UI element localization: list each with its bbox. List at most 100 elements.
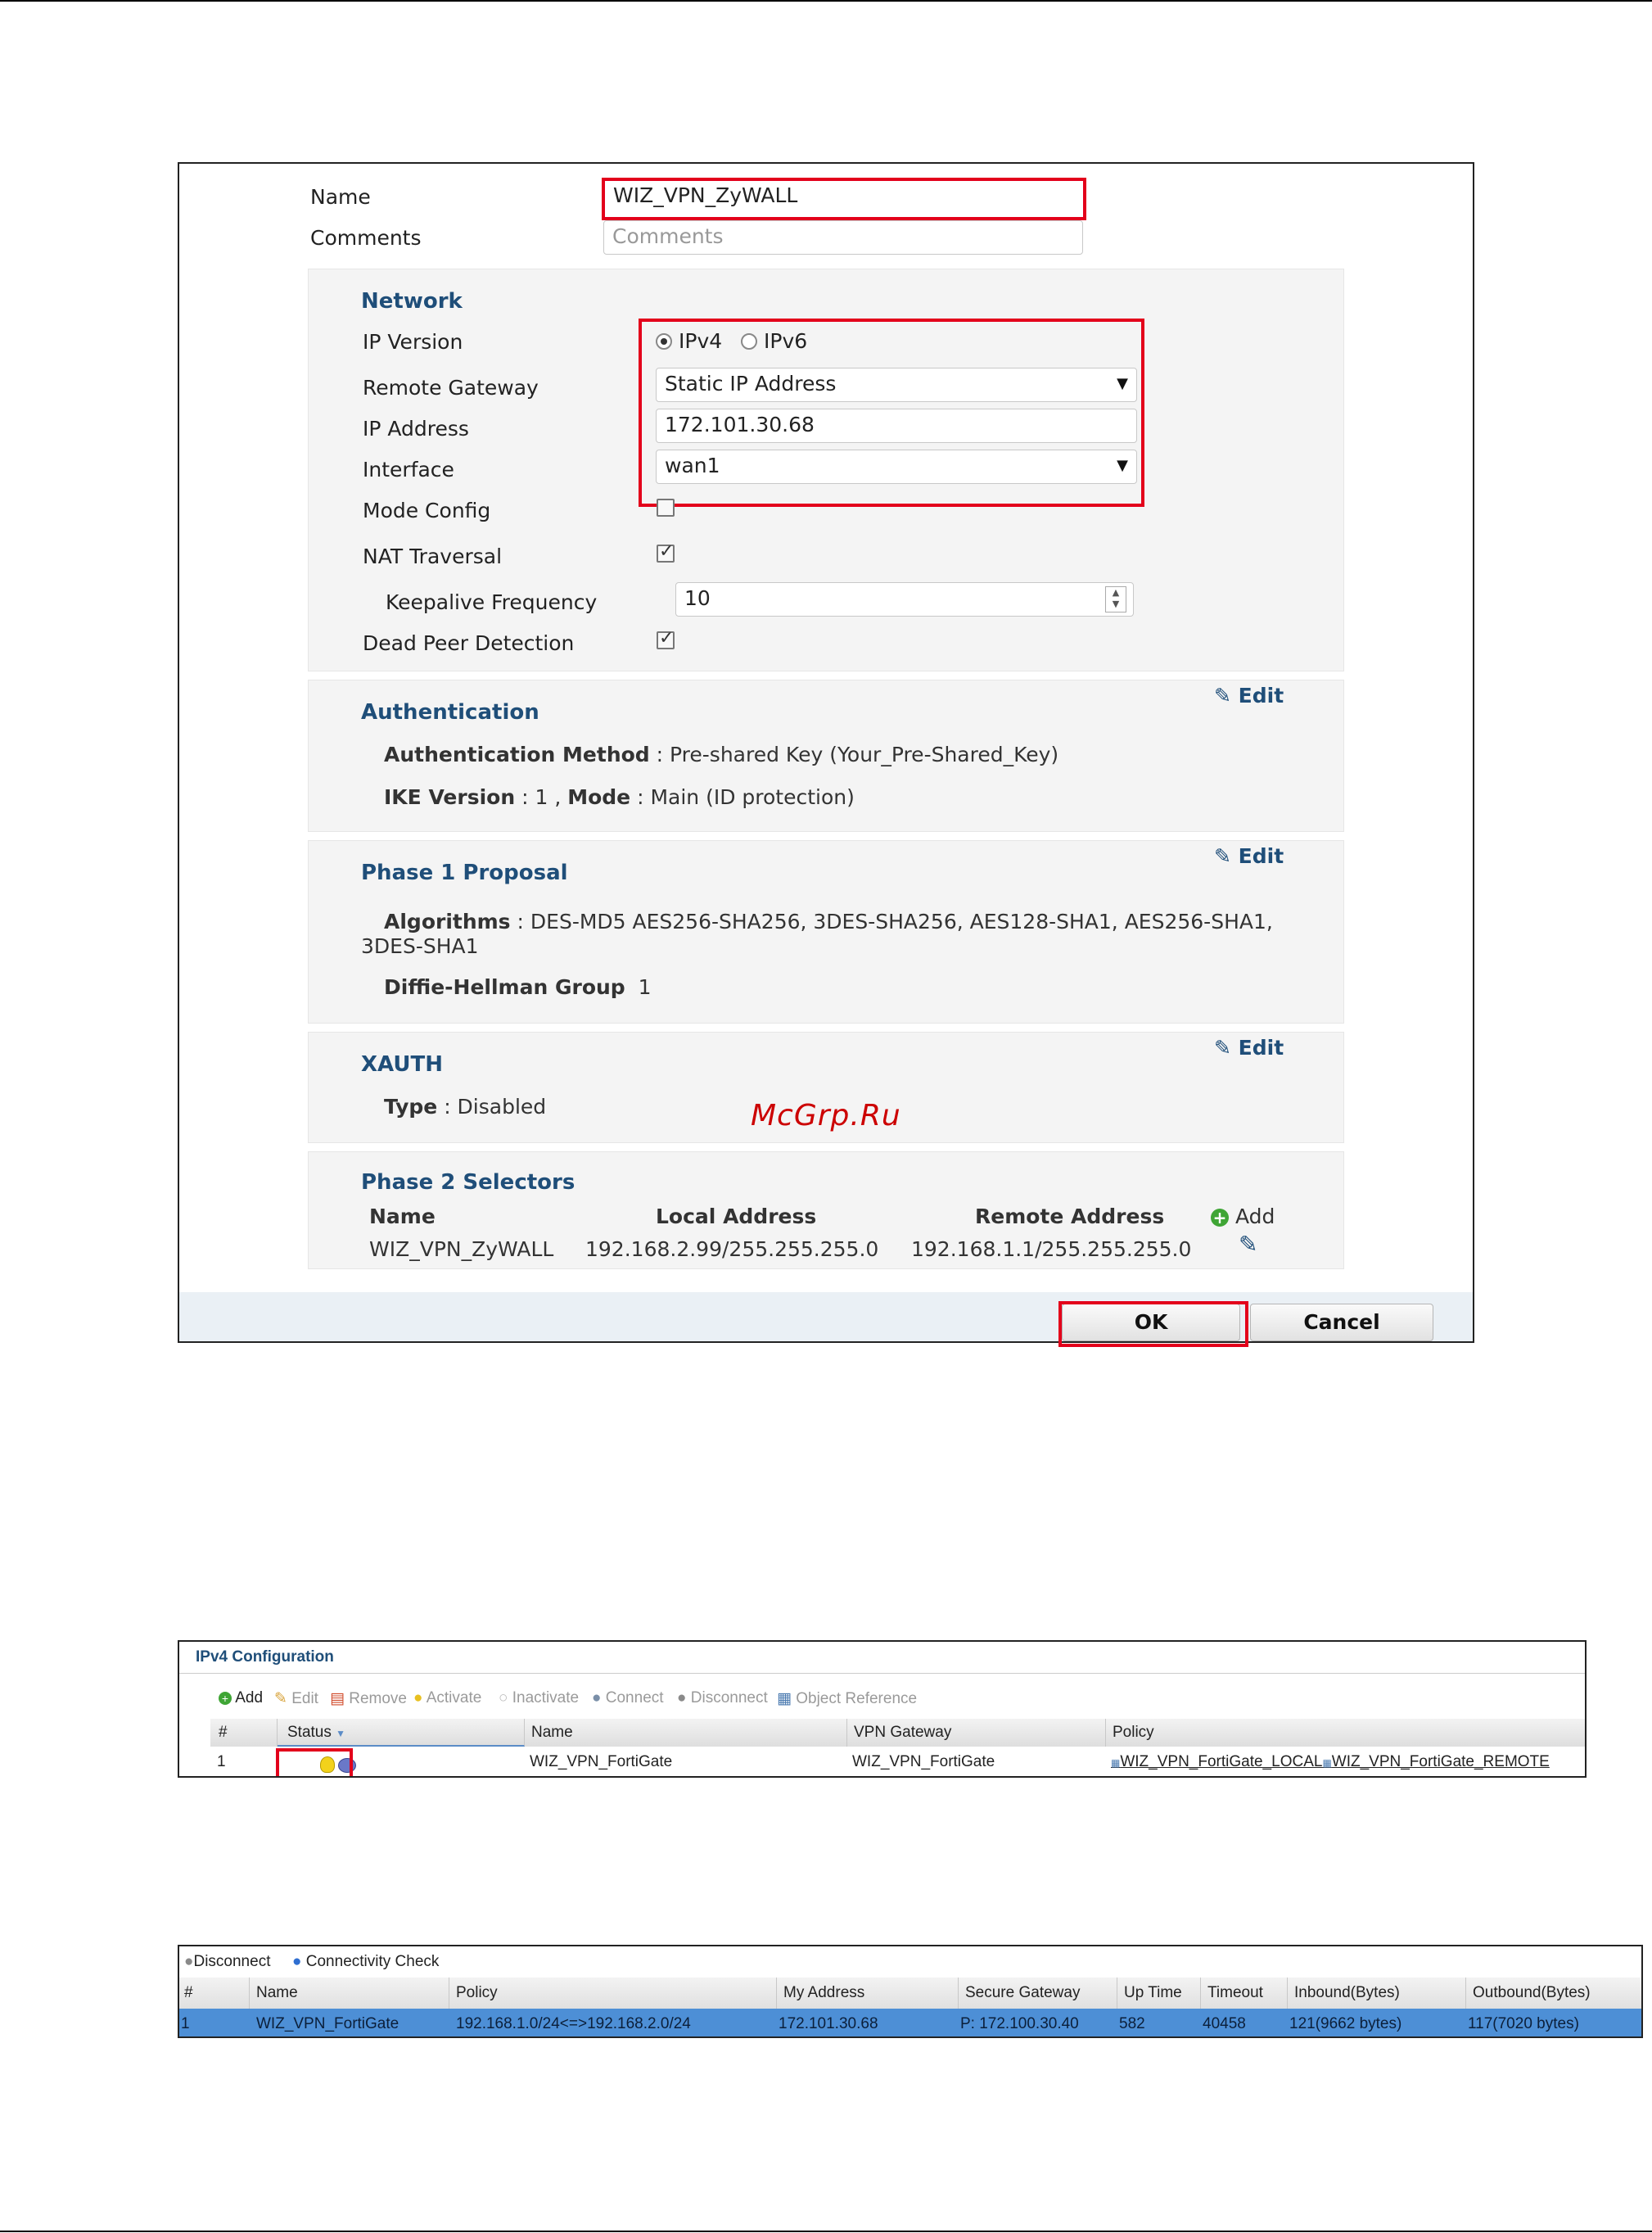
remove-button[interactable]: ▤ Remove xyxy=(330,1689,407,1708)
row-name: WIZ_VPN_ZyWALL xyxy=(369,1237,554,1261)
header-num: # xyxy=(219,1724,228,1741)
connectivity-check-icon: ● xyxy=(292,1953,302,1970)
connect-button[interactable]: ● Connect xyxy=(592,1689,664,1707)
row-policy: 192.168.1.0/24<=>192.168.2.0/24 xyxy=(456,2015,691,2032)
bulb-off-icon: ○ xyxy=(499,1689,508,1706)
policy-remote: WIZ_VPN_FortiGate_REMOTE xyxy=(1331,1753,1550,1770)
top-rule xyxy=(0,0,1652,2)
type-value: : Disabled xyxy=(444,1095,547,1119)
edit-icon: ✎ xyxy=(274,1690,287,1707)
edit-button[interactable]: ✎ Edit xyxy=(274,1689,318,1708)
mode-value: : Main (ID protection) xyxy=(637,785,855,809)
keepalive-value: 10 xyxy=(684,586,711,610)
authentication-edit-link[interactable]: ✎ Edit xyxy=(1214,684,1284,707)
col-remote-header: Remote Address xyxy=(975,1205,1165,1228)
connectivity-check-label: Connectivity Check xyxy=(305,1953,440,1970)
row-name: WIZ_VPN_FortiGate xyxy=(256,2015,399,2032)
col-header-gateway[interactable]: VPN Gateway xyxy=(847,1719,1106,1747)
table-row[interactable]: 1 WIZ_VPN_FortiGate 192.168.1.0/24<=>192… xyxy=(179,2009,1641,2036)
add-button[interactable]: + Add xyxy=(219,1689,263,1707)
xauth-edit-link[interactable]: ✎ Edit xyxy=(1214,1036,1284,1060)
bottom-rule xyxy=(0,2231,1652,2232)
object-reference-icon: ▦ xyxy=(777,1690,792,1707)
header-policy: Policy xyxy=(1113,1724,1154,1741)
header-status: Status ▼ xyxy=(287,1724,345,1742)
connectivity-check-button[interactable]: ● Connectivity Check xyxy=(292,1953,439,1971)
row-gateway: WIZ_VPN_FortiGate xyxy=(852,1753,995,1770)
edit-label: Edit xyxy=(291,1690,318,1707)
header-secure-gateway: Secure Gateway xyxy=(965,1984,1081,2001)
disconnect-button[interactable]: ● Disconnect xyxy=(677,1689,768,1707)
auth-method-value: : Pre-shared Key (Your_Pre-Shared_Key) xyxy=(656,743,1059,766)
header-inbound: Inbound(Bytes) xyxy=(1294,1984,1400,2001)
col-header-outbound[interactable]: Outbound(Bytes) xyxy=(1466,1978,1641,2009)
algorithms-value-2: 3DES-SHA1 xyxy=(361,934,479,958)
cancel-button[interactable]: Cancel xyxy=(1250,1304,1433,1341)
header-num: # xyxy=(184,1984,193,2001)
object-reference-label: Object Reference xyxy=(796,1690,918,1707)
ike-version: IKE Version : 1 , Mode : Main (ID protec… xyxy=(384,785,855,809)
ike-value: : 1 , xyxy=(521,785,562,809)
ipv4-config-title: IPv4 Configuration xyxy=(196,1648,334,1666)
edit-label: Edit xyxy=(1238,1036,1284,1060)
object-reference-button[interactable]: ▦ Object Reference xyxy=(777,1689,917,1708)
row-uptime: 582 xyxy=(1119,2015,1145,2032)
header-name: Name xyxy=(531,1724,573,1741)
activate-label: Activate xyxy=(426,1689,482,1706)
activate-button[interactable]: ● Activate xyxy=(413,1689,481,1707)
header-uptime: Up Time xyxy=(1124,1984,1182,2001)
stepper-arrows-icon[interactable]: ▲ ▼ xyxy=(1105,586,1126,612)
phase1-edit-link[interactable]: ✎ Edit xyxy=(1214,844,1284,868)
header-gateway: VPN Gateway xyxy=(854,1724,952,1741)
remove-label: Remove xyxy=(349,1690,407,1707)
pencil-icon: ✎ xyxy=(1214,844,1231,868)
network-highlight xyxy=(639,319,1144,507)
sa-monitor-panel: ●Disconnect ● Connectivity Check # Name … xyxy=(178,1945,1643,2038)
col-header-policy[interactable]: Policy xyxy=(449,1978,777,2009)
algorithms-value: : DES-MD5 AES256-SHA256, 3DES-SHA256, AE… xyxy=(517,910,1273,933)
name-highlight xyxy=(602,178,1086,220)
comments-field[interactable]: Comments xyxy=(603,220,1083,255)
inactivate-button[interactable]: ○ Inactivate xyxy=(499,1689,579,1707)
disconnect-button[interactable]: ●Disconnect xyxy=(184,1953,270,1971)
col-header-secure-gateway[interactable]: Secure Gateway xyxy=(959,1978,1117,2009)
row-secure-gateway: P: 172.100.30.40 xyxy=(960,2015,1079,2032)
keepalive-stepper[interactable]: 10 ▲ ▼ xyxy=(675,582,1134,617)
xauth-title: XAUTH xyxy=(361,1052,443,1077)
col-name-header: Name xyxy=(369,1205,436,1228)
policy-icon: ▦ xyxy=(1322,1757,1332,1769)
table-row[interactable]: 1 WIZ_VPN_FortiGate WIZ_VPN_FortiGate ▦W… xyxy=(210,1747,1585,1776)
interface-label: Interface xyxy=(363,458,454,481)
status-highlight xyxy=(276,1748,353,1776)
mode-config-checkbox[interactable] xyxy=(657,499,675,517)
col-header-name[interactable]: Name xyxy=(525,1719,847,1747)
row-inbound: 121(9662 bytes) xyxy=(1289,2015,1402,2032)
col-header-name[interactable]: Name xyxy=(250,1978,449,2009)
dh-group: Diffie-Hellman Group 1 xyxy=(384,975,652,999)
col-header-num: # xyxy=(179,1978,250,2009)
add-icon: + xyxy=(1211,1209,1229,1227)
pencil-icon: ✎ xyxy=(1214,1036,1231,1060)
inactivate-label: Inactivate xyxy=(512,1689,580,1706)
col-header-uptime[interactable]: Up Time xyxy=(1117,1978,1201,2009)
dh-label: Diffie-Hellman Group xyxy=(384,975,625,999)
phase2-title: Phase 2 Selectors xyxy=(361,1170,575,1195)
bulb-icon: ● xyxy=(413,1689,423,1706)
pencil-icon[interactable]: ✎ xyxy=(1239,1231,1257,1258)
mode-config-label: Mode Config xyxy=(363,499,491,522)
dpd-checkbox[interactable] xyxy=(657,628,675,649)
policy-icon: ▦ xyxy=(1111,1757,1121,1769)
trash-icon: ▤ xyxy=(330,1690,345,1707)
col-header-policy[interactable]: Policy xyxy=(1106,1719,1585,1747)
header-timeout: Timeout xyxy=(1207,1984,1263,2001)
comments-label: Comments xyxy=(310,226,422,250)
row-timeout: 40458 xyxy=(1203,2015,1246,2032)
col-header-inbound[interactable]: Inbound(Bytes) xyxy=(1288,1978,1466,2009)
row-my-address: 172.101.30.68 xyxy=(779,2015,878,2032)
col-header-timeout[interactable]: Timeout xyxy=(1201,1978,1288,2009)
col-header-my-address[interactable]: My Address xyxy=(777,1978,959,2009)
col-header-status[interactable]: Status ▼ xyxy=(278,1719,525,1747)
phase2-add-button[interactable]: + Add xyxy=(1211,1205,1275,1228)
nat-traversal-checkbox[interactable] xyxy=(657,541,675,563)
dh-value: 1 xyxy=(638,975,652,999)
